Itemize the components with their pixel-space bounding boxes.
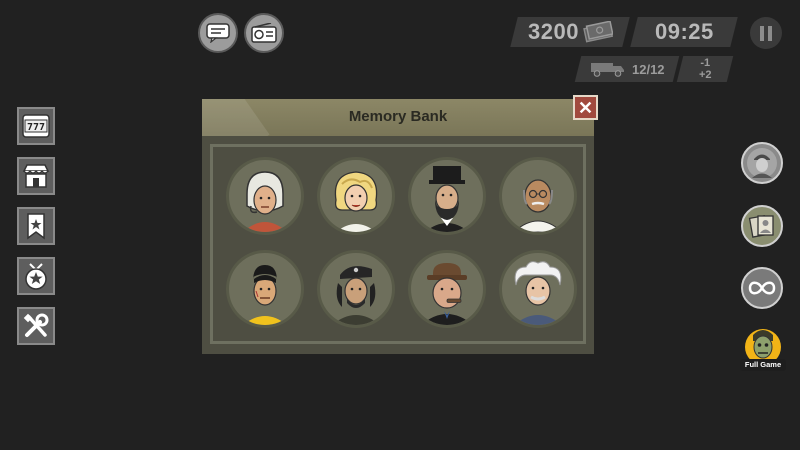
portrait-bearded-statesman[interactable] <box>408 157 486 235</box>
shop-button[interactable] <box>17 157 55 195</box>
full-game-label: Full Game <box>740 359 786 371</box>
portrait-revolutionary[interactable] <box>317 250 395 328</box>
truck-icon <box>590 63 624 77</box>
vehicle-capacity-display: 12/12 <box>574 56 680 82</box>
cash-icon <box>582 21 613 43</box>
close-icon: ✕ <box>577 97 594 118</box>
pause-icon-bar-left <box>760 25 764 41</box>
bearded-statesman-portrait-icon <box>425 166 469 232</box>
scientist-portrait-icon <box>514 261 562 325</box>
bookmark-button[interactable] <box>17 207 55 245</box>
delta-plus: +2 <box>698 69 712 81</box>
tools-icon <box>23 313 49 337</box>
pause-icon-bar-right <box>768 25 772 41</box>
cigar-man-portrait-icon <box>421 263 473 325</box>
achievements-button[interactable] <box>17 257 55 295</box>
money-display: 3200 <box>510 17 630 47</box>
radio-icon <box>251 23 277 43</box>
portrait-blonde-woman[interactable] <box>317 157 395 235</box>
portrait-scientist[interactable] <box>499 250 577 328</box>
full-game-button[interactable]: Full Game <box>740 325 786 371</box>
slot-machine-label: 777 <box>27 122 45 133</box>
portrait-martial-artist[interactable] <box>226 250 304 328</box>
soldier-portrait-icon <box>747 148 777 178</box>
clock-value: 09:25 <box>654 19 714 44</box>
astronaut-portrait-icon <box>243 171 287 232</box>
vehicle-capacity-value: 12/12 <box>631 61 665 77</box>
dialog-title: Memory Bank <box>348 108 448 125</box>
cards-button[interactable] <box>741 205 783 247</box>
cards-icon <box>748 214 774 238</box>
shop-icon <box>22 164 50 188</box>
infinity-button[interactable] <box>741 267 783 309</box>
portrait-astronaut[interactable] <box>226 157 304 235</box>
delta-minus: -1 <box>700 57 710 69</box>
chat-button[interactable] <box>198 13 238 53</box>
martial-artist-portrait-icon <box>243 265 287 325</box>
radio-button[interactable] <box>244 13 284 53</box>
money-value: 3200 <box>527 19 579 44</box>
delta-display: -1 +2 <box>676 56 734 82</box>
portrait-grid <box>210 144 586 344</box>
portrait-cigar-man[interactable] <box>408 250 486 328</box>
pause-button[interactable] <box>750 17 782 49</box>
close-button[interactable]: ✕ <box>573 95 598 120</box>
memory-bank-dialog: Memory Bank <box>202 99 594 354</box>
portrait-bald-sage[interactable] <box>499 157 577 235</box>
clock-display: 09:25 <box>630 17 738 47</box>
dialog-header: Memory Bank <box>202 99 594 136</box>
revolutionary-portrait-icon <box>332 266 380 325</box>
slot-machine-button[interactable]: 777 <box>17 107 55 145</box>
tools-button[interactable] <box>17 307 55 345</box>
bookmark-star-icon <box>27 213 45 240</box>
bald-sage-portrait-icon <box>513 179 563 232</box>
blonde-woman-portrait-icon <box>334 171 378 232</box>
chat-bubble-icon <box>206 23 230 43</box>
slot-machine-icon: 777 <box>22 114 50 138</box>
infinity-icon <box>748 281 776 295</box>
characters-button[interactable] <box>741 142 783 184</box>
badge-star-icon <box>25 263 47 290</box>
